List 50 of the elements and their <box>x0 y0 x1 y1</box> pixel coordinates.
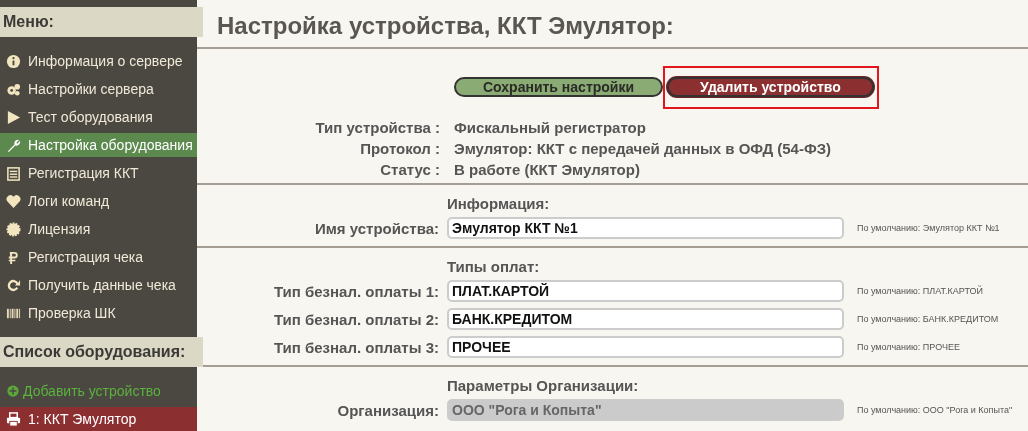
section-title: Параметры Организации: <box>447 377 639 394</box>
section-title: Информация: <box>447 195 550 212</box>
info-value: Фискальный регистратор <box>454 119 647 136</box>
sidebar-item[interactable]: Лицензия <box>0 217 197 241</box>
ruble-icon <box>6 249 21 265</box>
play-icon <box>6 109 21 125</box>
gears-icon <box>6 81 21 97</box>
info-label: Тип устройства : <box>314 119 440 136</box>
sidebar-item[interactable]: Регистрация чека <box>0 245 197 269</box>
equipment-list-header: Список оборудования: <box>0 337 203 367</box>
info-icon <box>6 53 21 69</box>
info-value: В работе (ККТ Эмулятор) <box>454 161 641 178</box>
sidebar-item[interactable]: Регистрация ККТ <box>0 161 197 185</box>
default-hint: По умолчанию: ПЛАТ.КАРТОЙ <box>857 286 984 296</box>
default-hint: По умолчанию: ПРОЧЕЕ <box>857 342 961 352</box>
sidebar-item[interactable]: Информация о сервере <box>0 49 197 73</box>
page-title: Настройка устройства, ККТ Эмулятор: <box>216 11 675 41</box>
menu-header: Меню: <box>0 7 203 37</box>
default-hint: По умолчанию: БАНК.КРЕДИТОМ <box>857 314 1000 324</box>
field-label: Имя устройства: <box>313 219 439 237</box>
input-field[interactable]: ПРОЧЕЕ <box>447 336 844 358</box>
info-label: Протокол : <box>359 140 440 157</box>
input-field[interactable]: Эмулятор ККТ №1 <box>447 217 844 239</box>
field-label: Тип безнал. оплаты 2: <box>272 310 439 328</box>
default-hint: По умолчанию: ООО "Рога и Копыта" <box>857 405 1014 415</box>
refresh-icon <box>6 277 21 293</box>
field-label: Тип безнал. оплаты 1: <box>272 282 439 300</box>
field-label: Тип безнал. оплаты 3: <box>272 338 439 356</box>
default-hint: По умолчанию: Эмулятор ККТ №1 <box>857 223 1001 233</box>
badge-icon <box>6 221 21 237</box>
printer-icon <box>6 411 21 427</box>
sidebar-item[interactable]: Настройки сервера <box>0 77 197 101</box>
delete-button[interactable]: Удалить устройство <box>667 77 874 97</box>
heart-icon <box>6 193 21 209</box>
sidebar-item[interactable]: Получить данные чека <box>0 273 197 297</box>
field-label: Организация: <box>336 401 439 419</box>
info-value: Эмулятор: ККТ с передачей данных в ОФД (54-ФЗ) <box>454 140 833 157</box>
sidebar-item[interactable]: Логи команд <box>0 189 197 213</box>
sidebar-item[interactable]: 1: ККТ Эмулятор <box>0 407 197 431</box>
sidebar-item[interactable]: Проверка ШК <box>0 301 197 325</box>
wrench-icon <box>6 137 21 153</box>
sidebar-item[interactable]: Тест оборудования <box>0 105 197 129</box>
calendar-icon <box>6 165 21 181</box>
input-field[interactable]: БАНК.КРЕДИТОМ <box>447 308 844 330</box>
plus-icon <box>7 385 19 397</box>
save-button[interactable]: Сохранить настройки <box>454 77 664 97</box>
input-field[interactable]: ПЛАТ.КАРТОЙ <box>447 280 844 302</box>
section-title: Типы оплат: <box>447 258 540 275</box>
sidebar-item[interactable]: Настройка оборудования <box>0 133 197 157</box>
info-label: Статус : <box>379 161 440 178</box>
